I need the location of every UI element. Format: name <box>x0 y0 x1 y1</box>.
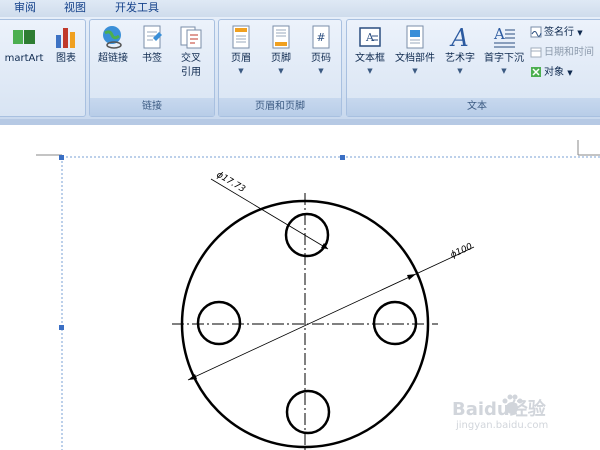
svg-text:#: # <box>316 31 325 44</box>
group-header-footer: 页眉 ▼ 页脚 ▼ # 页码 ▼ 页眉和页脚 <box>218 19 342 117</box>
quick-parts-button[interactable]: 文档部件 ▼ <box>391 24 439 76</box>
object-button[interactable]: 对象 ▼ <box>530 65 573 81</box>
date-time-label: 日期和时间 <box>544 47 594 58</box>
group-links-label: 链接 <box>90 98 214 116</box>
canvas-handle-left[interactable] <box>59 325 64 330</box>
watermark: Baidu经验 jingyan.baidu.com <box>452 387 592 443</box>
signature-line-button[interactable]: 签名行 ▼ <box>530 25 583 41</box>
ribbon-tab-bar: 审阅 视图 开发工具 <box>0 0 600 17</box>
textbox-label: 文本框 <box>355 53 385 64</box>
cross-reference-label-2: 引用 <box>181 67 201 78</box>
dimension-line-large <box>187 246 475 381</box>
smartart-label: martArt <box>4 53 44 64</box>
hole-top[interactable] <box>284 212 330 258</box>
page-number-label: 页码 <box>311 53 331 64</box>
hole-bottom[interactable] <box>285 389 331 435</box>
cross-reference-label: 交叉 <box>181 53 201 64</box>
svg-text:A: A <box>493 25 505 43</box>
footer-button[interactable]: 页脚 ▼ <box>262 24 300 76</box>
date-time-icon <box>530 47 542 58</box>
dimension-text-large: ϕ100 <box>449 242 474 261</box>
bookmark-icon <box>143 25 162 49</box>
group-illustrations: martArt 图表 <box>0 19 86 117</box>
drop-cap-button[interactable]: A 首字下沉 ▼ <box>480 24 528 76</box>
group-header-footer-label: 页眉和页脚 <box>219 98 341 116</box>
object-icon <box>531 67 541 77</box>
page-number-icon: # <box>312 25 330 49</box>
tab-view[interactable]: 视图 <box>64 0 86 17</box>
header-button[interactable]: 页眉 ▼ <box>222 24 260 76</box>
smartart-icon <box>13 30 35 44</box>
quick-parts-dropdown-arrow[interactable]: ▼ <box>391 66 439 76</box>
drop-cap-icon: A <box>493 25 515 48</box>
wordart-dropdown-arrow[interactable]: ▼ <box>441 66 479 76</box>
tab-developer[interactable]: 开发工具 <box>115 0 159 17</box>
textbox-button[interactable]: A 文本框 ▼ <box>351 24 389 76</box>
watermark-brand: Baidu经验 <box>452 399 546 420</box>
wordart-icon: A <box>449 24 468 50</box>
signature-line-label: 签名行 <box>544 27 574 38</box>
page-number-button[interactable]: # 页码 ▼ <box>302 24 340 76</box>
textbox-dropdown-arrow[interactable]: ▼ <box>351 66 389 76</box>
chart-button[interactable]: 图表 <box>49 24 83 66</box>
cross-reference-icon <box>180 26 202 49</box>
footer-icon <box>272 25 290 49</box>
drop-cap-label: 首字下沉 <box>484 53 524 64</box>
group-text-label: 文本 <box>347 98 600 116</box>
bookmark-label: 书签 <box>142 53 162 64</box>
wordart-button[interactable]: A 艺术字 ▼ <box>441 24 479 76</box>
signature-line-dropdown-arrow[interactable]: ▼ <box>577 29 582 37</box>
page-number-dropdown-arrow[interactable]: ▼ <box>302 66 340 76</box>
header-dropdown-arrow[interactable]: ▼ <box>222 66 260 76</box>
quick-parts-label: 文档部件 <box>395 53 435 64</box>
svg-text:A: A <box>365 31 375 44</box>
object-label: 对象 <box>544 67 564 78</box>
drop-cap-dropdown-arrow[interactable]: ▼ <box>480 66 528 76</box>
object-dropdown-arrow[interactable]: ▼ <box>567 69 572 77</box>
header-icon <box>232 25 250 49</box>
signature-line-icon <box>530 26 542 38</box>
smartart-button[interactable]: martArt <box>1 24 47 66</box>
watermark-url: jingyan.baidu.com <box>456 420 549 431</box>
canvas-handle-top[interactable] <box>340 155 345 160</box>
hyperlink-label: 超链接 <box>98 53 128 64</box>
wordart-label: 艺术字 <box>445 53 475 64</box>
tab-review[interactable]: 审阅 <box>14 0 36 17</box>
chart-icon <box>56 28 75 48</box>
footer-dropdown-arrow[interactable]: ▼ <box>262 66 300 76</box>
svg-text:A: A <box>449 24 468 50</box>
canvas-handle-corner[interactable] <box>59 155 64 160</box>
bookmark-button[interactable]: 书签 <box>136 24 168 66</box>
date-time-button: 日期和时间 <box>530 45 594 61</box>
footer-label: 页脚 <box>271 53 291 64</box>
textbox-icon: A <box>359 27 381 47</box>
hyperlink-button[interactable]: 超链接 <box>93 24 133 66</box>
header-label: 页眉 <box>231 53 251 64</box>
hole-right[interactable] <box>372 300 418 346</box>
hole-left[interactable] <box>196 300 242 346</box>
cross-reference-button[interactable]: 交叉 引用 <box>172 24 210 80</box>
ribbon: martArt 图表 超链接 书签 交叉 引用 链接 页眉 ▼ 页脚 ▼ # 页… <box>0 17 600 119</box>
margin-corner-right <box>577 140 600 156</box>
globe-link-icon <box>103 26 122 49</box>
dimension-arrow-large-end <box>407 274 416 280</box>
quick-parts-icon <box>406 25 424 49</box>
dimension-text-small: ϕ17.73 <box>214 170 247 195</box>
group-links: 超链接 书签 交叉 引用 链接 <box>89 19 215 117</box>
document-page[interactable]: ϕ17.73 ϕ100 Baidu经验 jingyan.baidu.com <box>0 125 600 450</box>
chart-label: 图表 <box>56 53 76 64</box>
